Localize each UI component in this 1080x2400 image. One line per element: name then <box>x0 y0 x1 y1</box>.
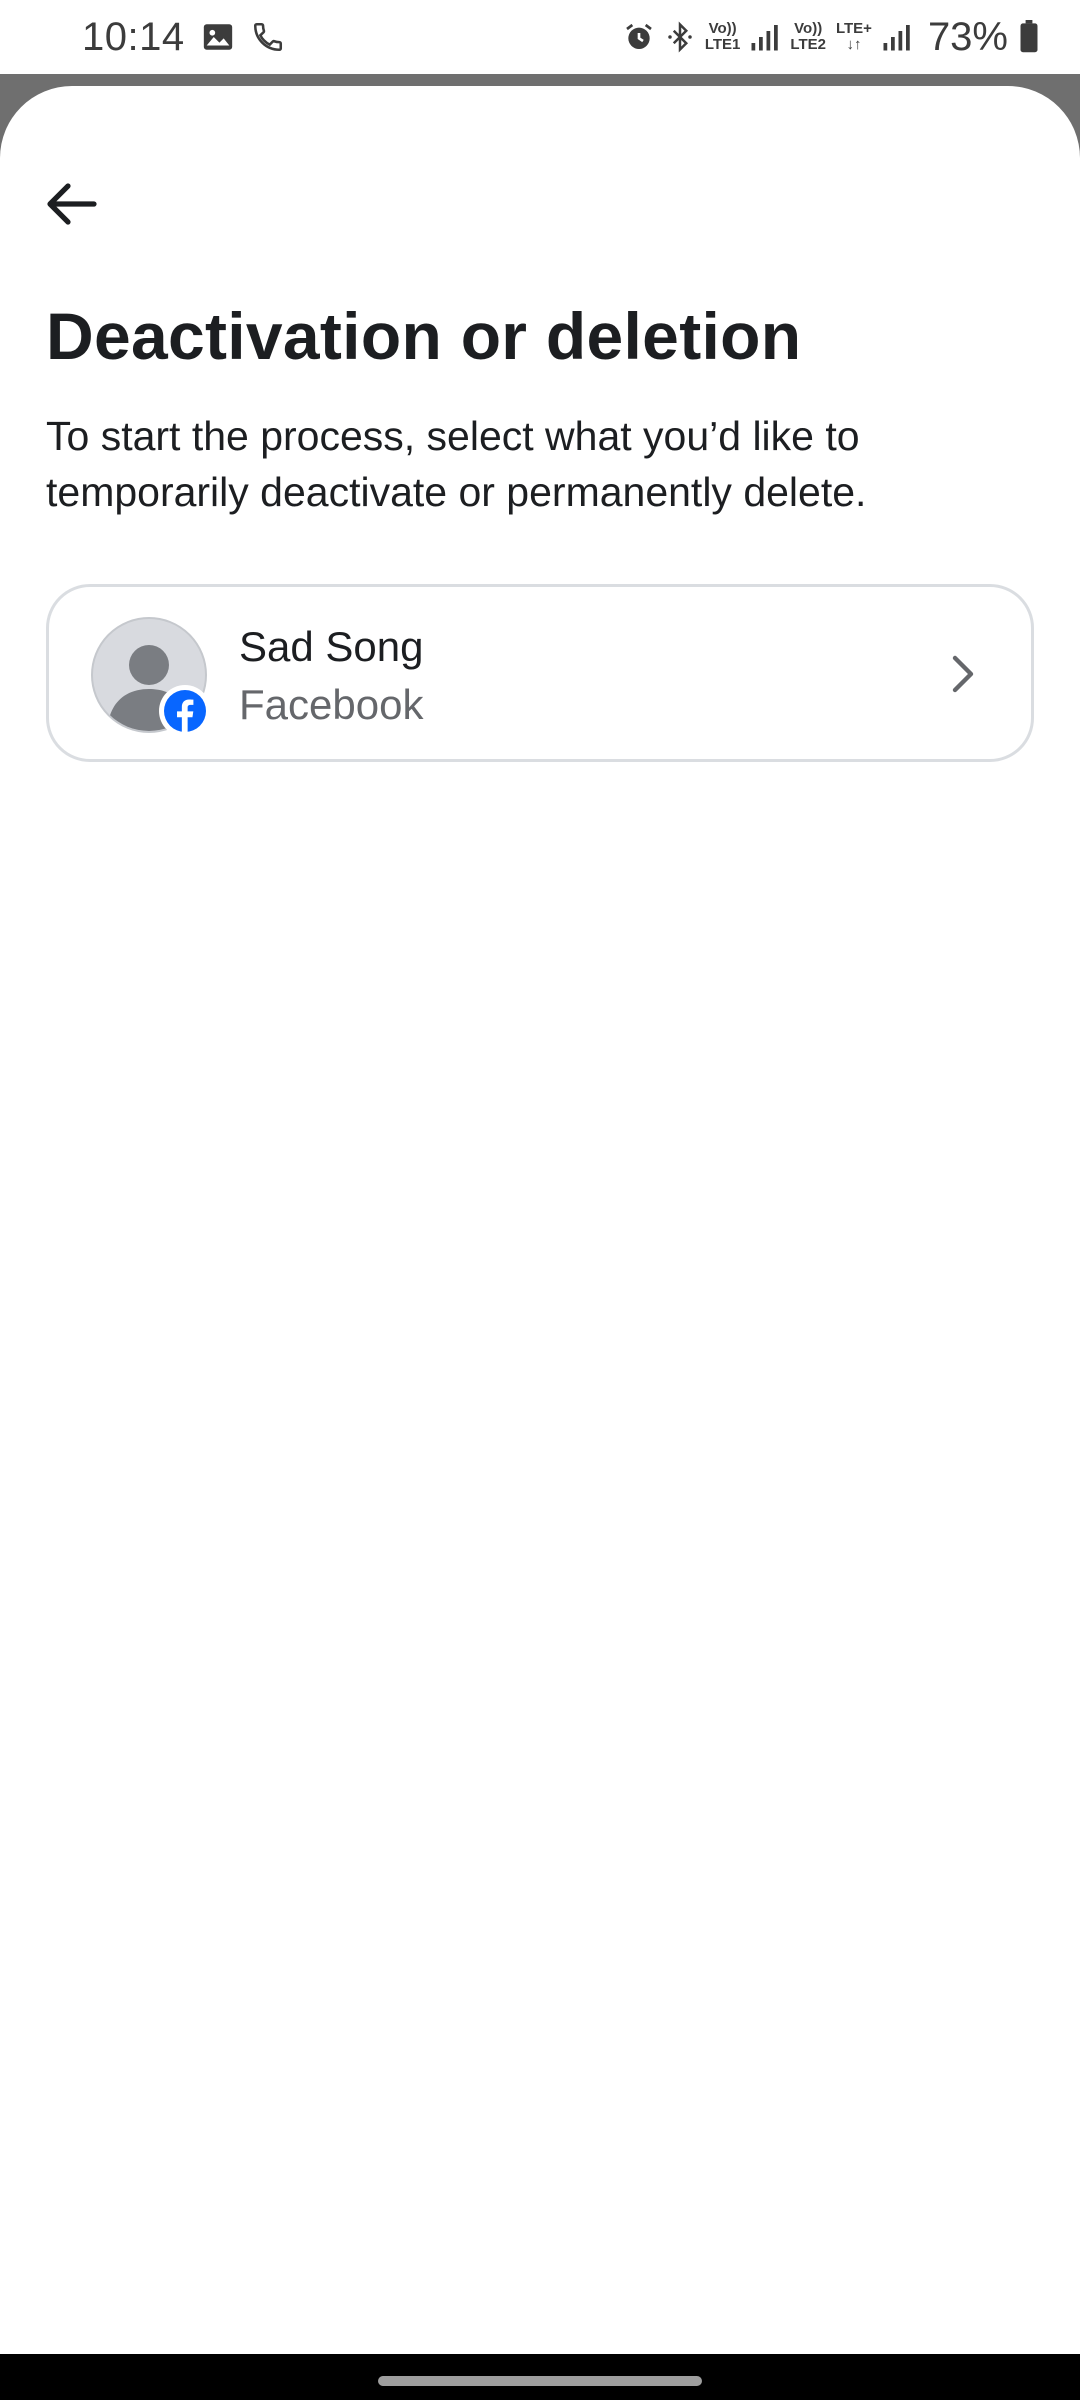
lte-plus-data-icon: LTE+ ↓↑ <box>836 21 872 53</box>
account-platform: Facebook <box>239 681 424 728</box>
data-arrows-icon: ↓↑ <box>846 36 862 53</box>
page-description: To start the process, select what you’d … <box>46 413 867 515</box>
status-bar: 10:14 Vo)) LTE1 Vo)) LTE2 LTE+ ↓↑ 73% <box>0 0 1080 74</box>
phone-call-icon <box>251 20 285 54</box>
account-item-facebook[interactable]: Sad Song Facebook <box>46 584 1034 762</box>
lte1-bottom-label: LTE1 <box>704 36 741 53</box>
arrow-left-icon <box>47 183 97 225</box>
alarm-icon <box>623 21 655 53</box>
content-sheet: Deactivation or deletion To start the pr… <box>0 86 1080 2354</box>
status-left: 10:14 <box>82 15 285 60</box>
battery-percent: 73% <box>927 14 1008 59</box>
lte1-top-label: Vo)) <box>708 20 737 37</box>
lte-plus-label: LTE+ <box>835 20 872 37</box>
status-right: Vo)) LTE1 Vo)) LTE2 LTE+ ↓↑ 73% <box>623 15 1040 60</box>
volte-lte2-icon: Vo)) LTE2 <box>790 21 826 53</box>
bluetooth-icon <box>665 21 695 53</box>
lte2-top-label: Vo)) <box>794 20 823 37</box>
lte2-bottom-label: LTE2 <box>790 36 826 53</box>
facebook-logo-icon <box>159 685 211 737</box>
status-time: 10:14 <box>82 14 185 59</box>
back-button[interactable] <box>36 168 108 240</box>
navigation-bar <box>0 2354 1080 2400</box>
account-avatar <box>91 617 211 737</box>
volte-lte1-icon: Vo)) LTE1 <box>705 21 741 53</box>
chevron-right-icon <box>943 649 983 699</box>
home-indicator[interactable] <box>378 2376 702 2386</box>
gallery-icon <box>201 20 235 54</box>
page-title: Deactivation or deletion <box>46 299 802 373</box>
battery-icon <box>1018 20 1040 54</box>
screen: 10:14 Vo)) LTE1 Vo)) LTE2 LTE+ ↓↑ 73% De… <box>0 0 1080 2400</box>
account-name: Sad Song <box>239 623 424 670</box>
signal-icon <box>882 21 912 53</box>
signal-icon <box>750 21 780 53</box>
